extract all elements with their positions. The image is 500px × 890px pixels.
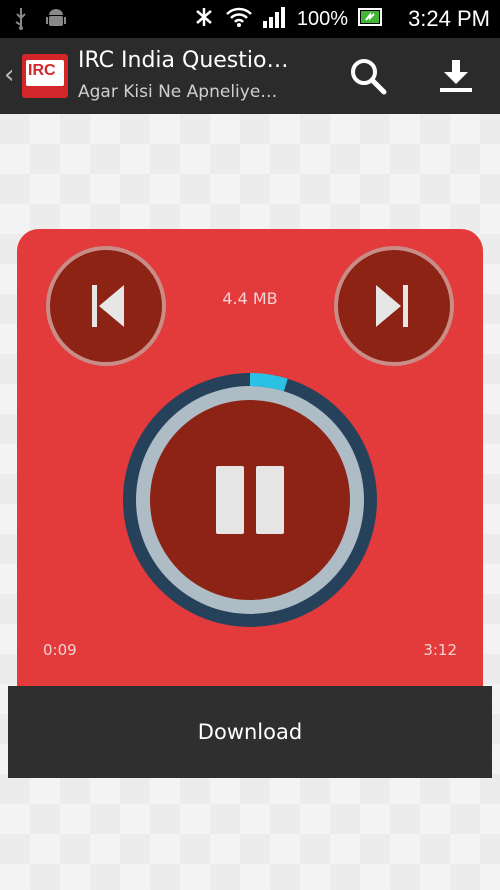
chevron-left-icon[interactable]: ‹ bbox=[4, 60, 14, 90]
pause-icon-bar bbox=[256, 466, 284, 534]
android-icon bbox=[46, 8, 66, 34]
battery-percentage: 100% bbox=[296, 7, 349, 30]
status-clock: 3:24 PM bbox=[408, 6, 490, 31]
bluetooth-icon bbox=[193, 6, 215, 32]
download-action-button[interactable] bbox=[432, 52, 480, 100]
action-bar: ‹ IRC IRC India Questio… Agar Kisi Ne Ap… bbox=[0, 38, 500, 114]
search-button[interactable] bbox=[344, 52, 392, 100]
download-icon bbox=[432, 60, 480, 104]
logo-text: IRC bbox=[28, 62, 56, 79]
search-icon bbox=[344, 59, 392, 104]
signal-icon bbox=[262, 6, 287, 32]
status-bar: 100% 3:24 PM bbox=[0, 0, 500, 38]
battery-icon bbox=[358, 6, 384, 32]
page-title: IRC India Questio… bbox=[78, 48, 289, 73]
app-logo[interactable]: IRC bbox=[22, 54, 68, 98]
total-time: 3:12 bbox=[423, 641, 457, 659]
pause-icon bbox=[216, 466, 244, 534]
player-card: 4.4 MB 0:09 3:12 bbox=[17, 229, 483, 699]
download-button[interactable]: Download bbox=[8, 686, 492, 778]
wifi-icon bbox=[225, 6, 253, 32]
page-subtitle: Agar Kisi Ne Apneliye… bbox=[78, 82, 278, 102]
next-button[interactable] bbox=[334, 246, 454, 366]
progress-arc bbox=[249, 373, 288, 392]
progress-ring[interactable] bbox=[113, 363, 387, 637]
elapsed-time: 0:09 bbox=[43, 641, 77, 659]
pause-button[interactable] bbox=[150, 400, 350, 600]
usb-icon bbox=[14, 8, 28, 34]
